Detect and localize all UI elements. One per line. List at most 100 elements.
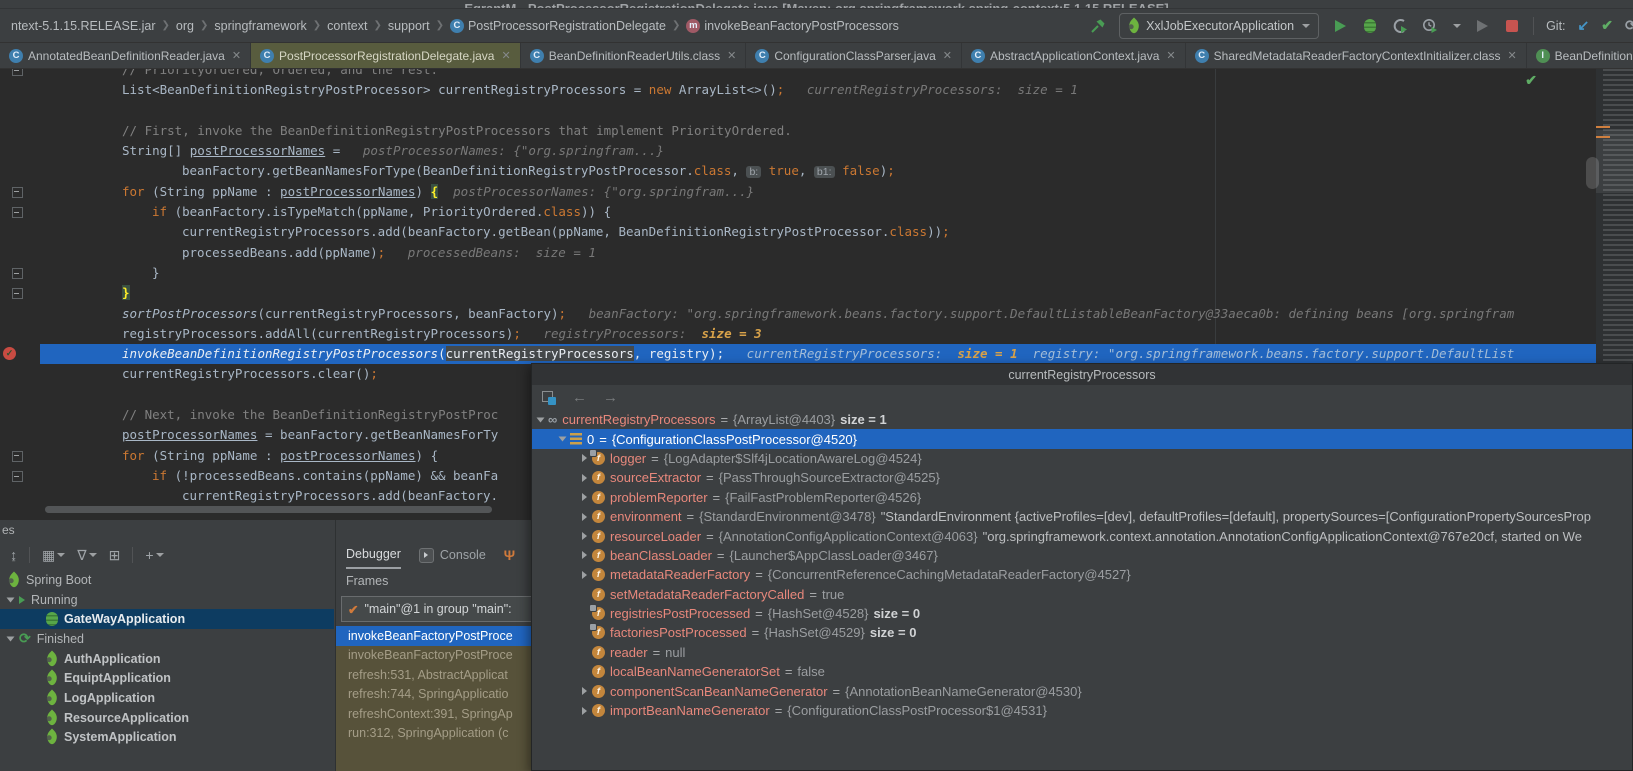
code-line[interactable]: registryProcessors.addAll(currentRegistr…: [40, 324, 1633, 344]
variable-row[interactable]: flocalBeanNameGeneratorSet=false: [532, 662, 1632, 681]
run-with-coverage-button[interactable]: [1391, 17, 1409, 35]
filter-icon[interactable]: ∇: [77, 547, 96, 564]
close-icon[interactable]: ✕: [943, 49, 952, 62]
variable-row[interactable]: fbeanClassLoader={Launcher$AppClassLoade…: [532, 546, 1632, 565]
variable-row[interactable]: freader=null: [532, 643, 1632, 662]
chevron-icon[interactable]: [537, 417, 545, 422]
git-update-icon[interactable]: ↙: [1578, 17, 1590, 34]
editor-tab[interactable]: CAnnotatedBeanDefinitionReader.java✕: [0, 43, 251, 68]
variable-row[interactable]: fproblemReporter={FailFastProblemReporte…: [532, 488, 1632, 507]
breadcrumb-item[interactable]: context: [324, 17, 370, 35]
variable-row[interactable]: flogger={LogAdapter$Slf4jLocationAwareLo…: [532, 449, 1632, 468]
editor-tab[interactable]: CBeanDefinitionReaderUtils.class✕: [521, 43, 747, 68]
variable-row[interactable]: ∞currentRegistryProcessors={ArrayList@44…: [532, 410, 1632, 429]
tab-debugger[interactable]: Debugger: [346, 541, 401, 569]
editor-tab[interactable]: CAbstractApplicationContext.java✕: [962, 43, 1186, 68]
breadcrumb-item[interactable]: org: [173, 17, 197, 35]
run-tree-item[interactable]: ResourceApplication: [0, 708, 334, 728]
close-icon[interactable]: ✕: [1507, 49, 1516, 62]
code-line[interactable]: }: [40, 283, 1633, 303]
code-line[interactable]: // First, invoke the BeanDefinitionRegis…: [40, 121, 1633, 141]
profiler-button[interactable]: [1421, 17, 1439, 35]
chevron-icon[interactable]: [7, 597, 15, 602]
breadcrumb-item[interactable]: minvokeBeanFactoryPostProcessors: [683, 17, 902, 35]
chevron-icon[interactable]: [582, 454, 587, 462]
profiler-flame-icon[interactable]: Ψ: [504, 547, 515, 563]
code-line[interactable]: if (beanFactory.isTypeMatch(ppName, Prio…: [40, 202, 1633, 222]
chevron-icon[interactable]: [582, 687, 587, 695]
chevron-icon[interactable]: [582, 513, 587, 521]
fold-marker-icon[interactable]: [12, 69, 23, 76]
run-tree-item[interactable]: AuthApplication: [0, 649, 334, 669]
variable-row[interactable]: fenvironment={StandardEnvironment@3478}"…: [532, 507, 1632, 526]
code-line[interactable]: String[] postProcessorNames = postProces…: [40, 141, 1633, 161]
minimap-visible-region[interactable]: [1596, 130, 1633, 193]
editor-tab[interactable]: CConfigurationClassParser.java✕: [746, 43, 962, 68]
code-line[interactable]: }: [40, 263, 1633, 283]
fold-marker-icon[interactable]: [12, 471, 23, 482]
variable-row[interactable]: 0={ConfigurationClassPostProcessor@4520}: [532, 429, 1632, 448]
editor-horizontal-scrollbar[interactable]: [45, 506, 492, 513]
fold-marker-icon[interactable]: [12, 187, 23, 198]
variable-row[interactable]: fsourceExtractor={PassThroughSourceExtra…: [532, 468, 1632, 487]
run-tree-item[interactable]: Running: [0, 590, 334, 610]
close-icon[interactable]: ✕: [501, 49, 510, 62]
breakpoint-icon[interactable]: ✓: [3, 347, 16, 360]
fold-marker-icon[interactable]: [12, 451, 23, 462]
fold-marker-icon[interactable]: [12, 268, 23, 279]
close-icon[interactable]: ✕: [232, 49, 241, 62]
close-icon[interactable]: ✕: [1166, 49, 1175, 62]
editor-tab[interactable]: IBeanDefinitionRegistryPos: [1527, 43, 1633, 68]
back-icon[interactable]: ←: [572, 389, 587, 406]
code-line[interactable]: processedBeans.add(ppName); processedBea…: [40, 243, 1633, 263]
group-by-icon[interactable]: ▦: [42, 547, 65, 564]
build-hammer-icon[interactable]: [1089, 17, 1107, 35]
chevron-icon[interactable]: [559, 437, 567, 442]
editor-tab[interactable]: CPostProcessorRegistrationDelegate.java✕: [251, 43, 521, 68]
fold-marker-icon[interactable]: [12, 288, 23, 299]
breadcrumb-item[interactable]: support: [385, 17, 433, 35]
chevron-icon[interactable]: [582, 532, 587, 540]
variable-row[interactable]: fmetadataReaderFactory={ConcurrentRefere…: [532, 565, 1632, 584]
code-line[interactable]: // PriorityOrdered, Ordered, and the res…: [40, 69, 1633, 80]
editor-tab[interactable]: CSharedMetadataReaderFactoryContextIniti…: [1186, 43, 1527, 68]
breadcrumb-item[interactable]: springframework: [211, 17, 309, 35]
code-line[interactable]: List<BeanDefinitionRegistryPostProcessor…: [40, 80, 1633, 100]
chevron-icon[interactable]: [7, 636, 15, 641]
variable-row[interactable]: fregistriesPostProcessed={HashSet@4528}s…: [532, 604, 1632, 623]
execution-line[interactable]: invokeBeanDefinitionRegistryPostProcesso…: [40, 344, 1633, 364]
chevron-icon[interactable]: [582, 493, 587, 501]
run-tree-item[interactable]: GateWayApplication: [0, 609, 334, 629]
git-commit-icon[interactable]: ✔: [1601, 17, 1613, 34]
chevron-icon[interactable]: [582, 474, 587, 482]
close-icon[interactable]: ✕: [727, 49, 736, 62]
variable-row[interactable]: fresourceLoader={AnnotationConfigApplica…: [532, 526, 1632, 545]
run-tree-item[interactable]: Spring Boot: [0, 570, 334, 590]
variable-row[interactable]: fimportBeanNameGenerator={ConfigurationC…: [532, 701, 1632, 720]
code-line[interactable]: sortPostProcessors(currentRegistryProces…: [40, 304, 1633, 324]
run-configuration-select[interactable]: XxlJobExecutorApplication: [1119, 13, 1319, 39]
chevron-icon[interactable]: [582, 707, 587, 715]
editor-gutter[interactable]: ✓: [0, 69, 40, 519]
run-tree-item[interactable]: SystemApplication: [0, 728, 334, 748]
chevron-icon[interactable]: [582, 551, 587, 559]
code-line[interactable]: for (String ppName : postProcessorNames)…: [40, 182, 1633, 202]
breadcrumb-item[interactable]: ntext-5.1.15.RELEASE.jar: [8, 17, 159, 35]
git-history-icon-clipped[interactable]: ⟳: [1625, 17, 1633, 34]
chevron-icon[interactable]: [582, 571, 587, 579]
chevron-down-icon[interactable]: [1453, 24, 1461, 28]
variables-popup-header[interactable]: currentRegistryProcessors: [532, 364, 1632, 385]
forward-icon[interactable]: →: [603, 389, 618, 406]
fold-marker-icon[interactable]: [12, 207, 23, 218]
run-button[interactable]: [1331, 17, 1349, 35]
code-line[interactable]: currentRegistryProcessors.add(beanFactor…: [40, 222, 1633, 242]
debug-button[interactable]: [1361, 17, 1379, 35]
show-types-icon[interactable]: [542, 391, 556, 405]
tab-console[interactable]: Console: [419, 542, 486, 568]
variable-row[interactable]: fsetMetadataReaderFactoryCalled=true: [532, 585, 1632, 604]
editor-vertical-scrollbar[interactable]: [1586, 157, 1599, 189]
code-line[interactable]: [40, 101, 1633, 121]
code-line[interactable]: beanFactory.getBeanNamesForType(BeanDefi…: [40, 161, 1633, 181]
run-tree-item[interactable]: ⟳Finished: [0, 629, 334, 649]
minimap[interactable]: [1596, 69, 1633, 365]
